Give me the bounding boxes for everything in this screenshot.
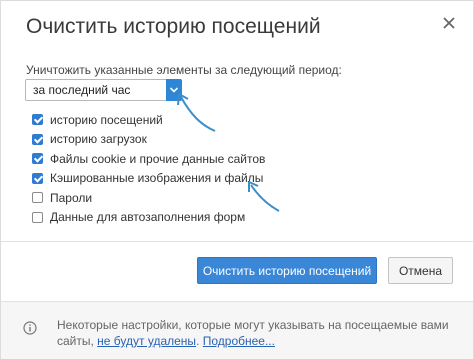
- option-label: Данные для автозаполнения форм: [50, 210, 246, 225]
- option-label: Пароли: [50, 190, 93, 205]
- option-passwords[interactable]: Пароли: [32, 188, 265, 208]
- options-list: историю посещений историю загрузок Файлы…: [32, 110, 265, 227]
- info-icon: [23, 321, 37, 335]
- footer-text: сайты,: [57, 334, 98, 348]
- checkbox[interactable]: [32, 133, 43, 145]
- option-label: Кэшированные изображения и файлы: [50, 171, 264, 186]
- option-download-history[interactable]: историю загрузок: [32, 130, 265, 150]
- footer-note: Некоторые настройки, которые могут указы…: [57, 317, 457, 349]
- clear-history-button[interactable]: Очистить историю посещений: [197, 257, 377, 284]
- period-select[interactable]: за последний час: [25, 79, 182, 101]
- option-browsing-history[interactable]: историю посещений: [32, 110, 265, 130]
- checkbox[interactable]: [32, 172, 43, 184]
- close-icon[interactable]: [441, 15, 457, 31]
- option-label: историю посещений: [50, 112, 163, 127]
- checkbox[interactable]: [32, 114, 43, 126]
- dropdown-button[interactable]: [166, 79, 182, 101]
- option-autofill[interactable]: Данные для автозаполнения форм: [32, 208, 265, 228]
- checkbox[interactable]: [32, 211, 43, 223]
- divider: [1, 241, 473, 242]
- option-cookies[interactable]: Файлы cookie и прочие данные сайтов: [32, 149, 265, 169]
- chevron-down-icon: [169, 87, 179, 93]
- divider: [1, 301, 473, 302]
- not-deleted-link[interactable]: не будут удалены: [97, 334, 196, 348]
- option-label: Файлы cookie и прочие данные сайтов: [50, 151, 266, 166]
- cancel-button[interactable]: Отмена: [388, 257, 453, 284]
- checkbox[interactable]: [32, 153, 43, 165]
- footer-text: Некоторые настройки, которые могут указы…: [57, 318, 449, 332]
- option-label: историю загрузок: [50, 132, 147, 147]
- footer-text: .: [196, 334, 203, 348]
- more-info-link[interactable]: Подробнее...: [203, 334, 275, 348]
- dialog-title: Очистить историю посещений: [26, 15, 321, 38]
- period-select-value: за последний час: [33, 83, 131, 97]
- period-label: Уничтожить указанные элементы за следующ…: [26, 63, 342, 77]
- option-cached-images[interactable]: Кэшированные изображения и файлы: [32, 169, 265, 189]
- clear-history-dialog: Очистить историю посещений Уничтожить ук…: [0, 0, 474, 359]
- checkbox[interactable]: [32, 192, 43, 204]
